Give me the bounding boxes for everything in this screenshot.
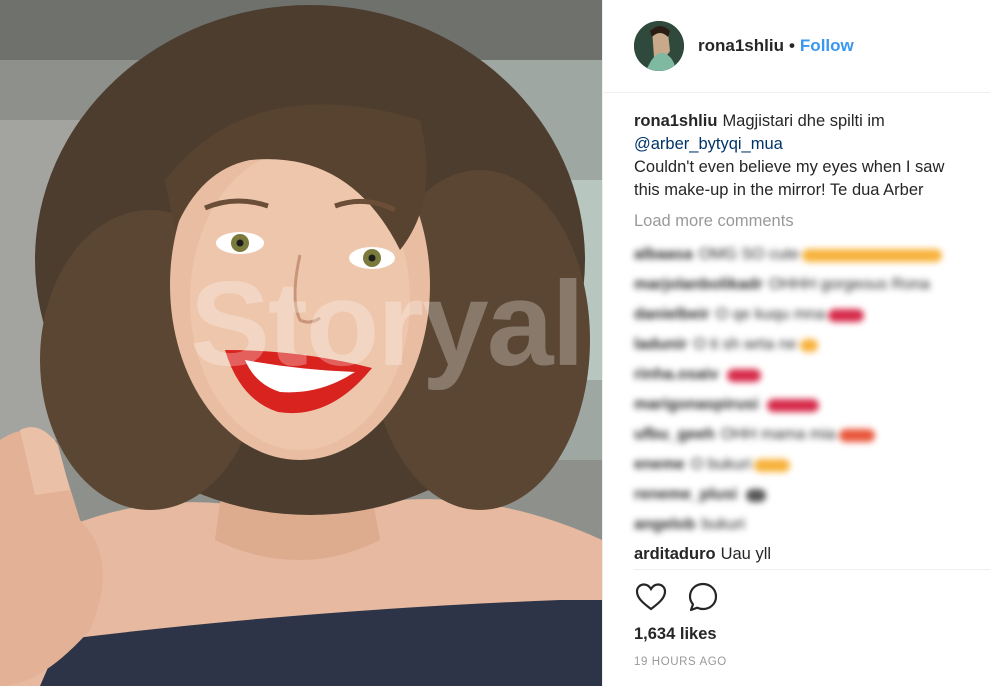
- caption-text-1: Magjistari dhe spilti im: [722, 112, 885, 130]
- blurred-comment-row: angelob bukuri: [634, 510, 964, 540]
- caption-mention-link[interactable]: @arber_bytyqi_mua: [634, 135, 783, 153]
- blurred-comment-username: ladunir: [634, 336, 688, 353]
- blurred-emoji-icon: [799, 338, 818, 352]
- blurred-emoji-icon: [754, 458, 791, 472]
- likes-count[interactable]: 1,634 likes: [634, 625, 717, 644]
- blurred-comment-row: reneme_plusi: [634, 480, 964, 510]
- comment-item: arditaduro Uau yll: [634, 545, 771, 564]
- like-button[interactable]: [634, 580, 668, 614]
- comment-button[interactable]: [686, 580, 720, 614]
- blurred-comment-row: marjolanbolikadr OHHH gorgeous Rona: [634, 270, 964, 300]
- blurred-comment-username: marigonaspirusi: [634, 396, 759, 413]
- blurred-comment-username: albaasa: [634, 246, 693, 263]
- blurred-comment-row: eneme O bukuri: [634, 450, 964, 480]
- blurred-comment-text: OMG SO cute: [698, 246, 800, 263]
- blurred-comment-username: ufbu_geeh: [634, 426, 715, 443]
- post-actions: [634, 580, 720, 614]
- blurred-comment-row: marigonaspirusi: [634, 390, 964, 420]
- blurred-emoji-icon: [802, 248, 943, 262]
- follow-button[interactable]: Follow: [800, 36, 854, 56]
- blurred-emoji-icon: [767, 398, 820, 412]
- heart-outline-icon: [635, 583, 667, 611]
- blurred-comment-text: bukuri: [701, 516, 745, 533]
- blurred-comment-text: OHH mama mia: [720, 426, 836, 443]
- post-photo[interactable]: Storyal: [0, 0, 602, 686]
- blurred-emoji-icon: [838, 428, 875, 442]
- blurred-comments-list: albaasa OMG SO cute marjolanbolikadr OHHH g…: [634, 240, 964, 540]
- blurred-comment-username: eneme: [634, 456, 685, 473]
- post-side-panel: rona1shliu • Follow rona1shliu Magjistari…: [602, 0, 990, 686]
- caption-username[interactable]: rona1shliu: [634, 112, 717, 130]
- blurred-comment-text: O qe kuqu mna: [715, 306, 825, 323]
- blurred-comment-row: albaasa OMG SO cute: [634, 240, 964, 270]
- avatar-image: [634, 21, 684, 71]
- blurred-emoji-icon: [746, 488, 767, 502]
- post-timestamp: 19 HOURS AGO: [634, 656, 727, 668]
- blurred-comment-username: angelob: [634, 516, 696, 533]
- blurred-comment-row: ufbu_geeh OHH mama mia: [634, 420, 964, 450]
- blurred-comment-row: rinha.osaiv: [634, 360, 964, 390]
- blurred-comment-text: O ti sh wrta ne: [693, 336, 797, 353]
- blurred-comment-username: rinha.osaiv: [634, 366, 719, 383]
- blurred-comment-username: danielbeir: [634, 306, 710, 323]
- blurred-emoji-icon: [827, 308, 864, 322]
- blurred-comment-text: O bukuri: [690, 456, 752, 473]
- blurred-emoji-icon: [727, 368, 762, 382]
- post-header: rona1shliu • Follow: [603, 0, 990, 93]
- comment-bubble-icon: [688, 582, 718, 612]
- load-more-comments-button[interactable]: Load more comments: [634, 212, 794, 231]
- post-caption: rona1shliu Magjistari dhe spilti im @arbe…: [634, 110, 974, 202]
- blurred-comment-username: marjolanbolikadr: [634, 276, 763, 293]
- blurred-comment-row: danielbeir O qe kuqu mna: [634, 300, 964, 330]
- comment-username[interactable]: arditaduro: [634, 545, 716, 563]
- actions-divider: [634, 569, 990, 570]
- blurred-comment-text: OHHH gorgeous Rona: [768, 276, 930, 293]
- comment-text: Uau yll: [720, 545, 772, 563]
- header-username[interactable]: rona1shliu: [698, 36, 784, 56]
- blurred-comment-username: reneme_plusi: [634, 486, 738, 503]
- header-separator: •: [788, 36, 795, 55]
- caption-text-2: Couldn't even believe my eyes when I saw…: [634, 158, 945, 199]
- selfie-image: [0, 0, 602, 686]
- avatar[interactable]: [634, 21, 684, 71]
- blurred-comment-row: ladunir O ti sh wrta ne: [634, 330, 964, 360]
